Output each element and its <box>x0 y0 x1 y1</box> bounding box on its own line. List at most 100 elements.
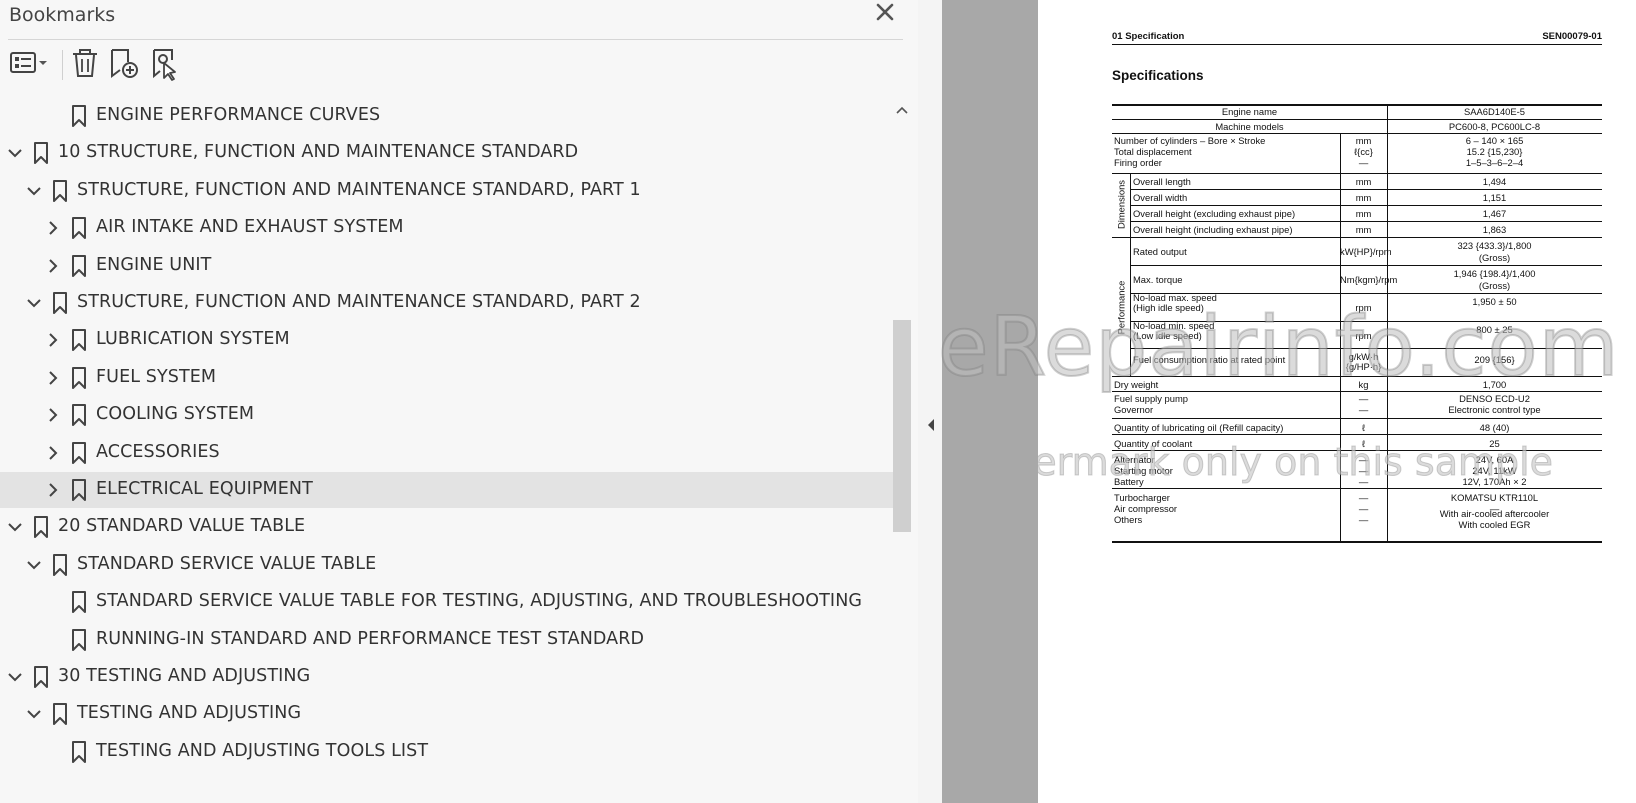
spec-value: 1,467 <box>1482 208 1507 219</box>
spec-value: 1,494 <box>1482 176 1507 187</box>
bookmark-label: LUBRICATION SYSTEM <box>96 329 290 350</box>
spec-unit: kg <box>1358 379 1369 390</box>
collapse-panel-button[interactable] <box>925 414 937 436</box>
bookmark-item[interactable]: ENGINE PERFORMANCE CURVES <box>0 100 893 134</box>
add-bookmark-button[interactable] <box>106 44 142 84</box>
chevron-right-icon[interactable] <box>44 405 62 425</box>
header-divider <box>8 39 903 40</box>
triangle-left-icon <box>928 419 934 431</box>
chevron-right-icon[interactable] <box>44 218 62 238</box>
bookmark-item[interactable]: FUEL SYSTEM <box>0 360 893 396</box>
delete-icon <box>73 49 97 77</box>
chevron-right-icon[interactable] <box>44 480 62 500</box>
spec-unit: ℓ <box>1361 422 1366 433</box>
bookmark-label: TESTING AND ADJUSTING <box>77 703 302 724</box>
chevron-down-icon[interactable] <box>25 555 43 575</box>
spec-unit: — <box>1358 503 1369 514</box>
bookmark-item[interactable]: STRUCTURE, FUNCTION AND MAINTENANCE STAN… <box>0 285 893 321</box>
table-rule <box>1112 488 1602 489</box>
chevron-right-icon[interactable] <box>44 330 62 350</box>
bookmarks-panel: Bookmarks ENGINE PERFORMANCE CURVES 10 S… <box>0 0 918 803</box>
bookmark-label: STANDARD SERVICE VALUE TABLE <box>77 553 377 574</box>
bookmark-label: 10 STRUCTURE, FUNCTION AND MAINTENANCE S… <box>58 142 579 163</box>
spec-item: Fuel supply pump <box>1114 393 1188 404</box>
panel-splitter[interactable] <box>918 0 942 803</box>
spec-unit: rpm <box>1355 330 1372 341</box>
bookmark-item[interactable]: ELECTRICAL EQUIPMENT <box>0 472 893 508</box>
chevron-right-icon[interactable] <box>44 443 62 463</box>
spec-value: 48 (40) <box>1479 422 1510 433</box>
spec-unit: — <box>1358 393 1369 404</box>
engine-name-label: Engine name <box>1221 106 1278 117</box>
add-bookmark-icon <box>111 49 138 78</box>
bookmark-item[interactable]: STRUCTURE, FUNCTION AND MAINTENANCE STAN… <box>0 173 893 209</box>
machine-models-value: PC600-8, PC600LC-8 <box>1448 121 1541 132</box>
chevron-down-icon[interactable] <box>6 143 24 163</box>
spec-item: Others <box>1114 514 1143 525</box>
spec-value: 15.2 {15,230} <box>1466 146 1523 157</box>
spec-item: Air compressor <box>1114 503 1178 514</box>
bookmark-item[interactable]: ENGINE UNIT <box>0 248 893 284</box>
find-bookmark-icon <box>153 49 176 81</box>
bookmark-item[interactable]: COOLING SYSTEM <box>0 397 893 433</box>
spec-value: 25 <box>1489 438 1500 449</box>
bookmark-label: FUEL SYSTEM <box>96 366 217 387</box>
bookmark-label: 30 TESTING AND ADJUSTING <box>58 666 311 686</box>
table-rule <box>1112 541 1602 543</box>
spec-unit: rpm <box>1355 302 1372 313</box>
spec-unit: — <box>1358 492 1369 503</box>
chevron-right-icon[interactable] <box>44 368 62 388</box>
chevron-down-icon[interactable] <box>25 293 43 313</box>
bookmark-item[interactable]: TESTING AND ADJUSTING <box>0 696 893 732</box>
table-rule <box>1130 265 1602 266</box>
spec-item: Dry weight <box>1114 379 1159 390</box>
doc-code: SEN00079-01 <box>1542 31 1602 42</box>
bookmark-icon <box>72 105 86 127</box>
spec-value-sub: (Gross) <box>1478 280 1511 291</box>
find-bookmark-button[interactable] <box>148 44 184 84</box>
table-rule <box>1112 450 1602 451</box>
bookmark-label: ENGINE PERFORMANCE CURVES <box>96 105 381 125</box>
close-button[interactable] <box>872 0 898 26</box>
bookmark-item[interactable]: AIR INTAKE AND EXHAUST SYSTEM <box>0 210 893 246</box>
spec-item-sub: (Low idle speed) <box>1133 330 1202 341</box>
chevron-down-icon[interactable] <box>25 181 43 201</box>
table-rule <box>1130 189 1602 190</box>
spec-unit: mm <box>1355 224 1372 235</box>
bookmark-item[interactable]: RUNNING-IN STANDARD AND PERFORMANCE TEST… <box>0 622 893 658</box>
spec-value: 1,151 <box>1482 192 1507 203</box>
scroll-up-button[interactable] <box>893 103 911 119</box>
table-rule <box>1112 391 1602 392</box>
bookmark-item[interactable]: 30 TESTING AND ADJUSTING <box>0 659 893 695</box>
chevron-down-icon[interactable] <box>25 704 43 724</box>
bookmark-icon <box>72 740 86 763</box>
bookmark-item[interactable]: 10 STRUCTURE, FUNCTION AND MAINTENANCE S… <box>0 135 893 171</box>
spec-item: Fuel consumption ratio at rated point <box>1133 354 1286 365</box>
bookmark-item[interactable]: LUBRICATION SYSTEM <box>0 322 893 358</box>
options-menu-button[interactable] <box>8 44 54 84</box>
spec-item: Governor <box>1114 404 1154 415</box>
bookmark-item[interactable]: STANDARD SERVICE VALUE TABLE FOR TESTING… <box>0 584 893 620</box>
header-rule <box>1112 44 1602 45</box>
spec-value: With air-cooled aftercooler <box>1439 508 1550 519</box>
spec-item: Alternator <box>1114 454 1155 465</box>
table-rule <box>1112 119 1602 120</box>
spec-item: Number of cylinders – Bore × Stroke <box>1114 135 1266 146</box>
delete-bookmark-button[interactable] <box>68 44 102 84</box>
bookmark-icon <box>72 329 86 352</box>
bookmark-item[interactable]: STANDARD SERVICE VALUE TABLE <box>0 547 893 583</box>
bookmark-item[interactable]: ACCESSORIES <box>0 435 893 471</box>
bookmark-item[interactable]: 20 STANDARD VALUE TABLE <box>0 509 893 545</box>
chevron-down-icon[interactable] <box>6 667 24 687</box>
scrollbar-thumb[interactable] <box>893 320 911 532</box>
bookmark-item[interactable]: TESTING AND ADJUSTING TOOLS LIST <box>0 734 893 770</box>
spec-unit: — <box>1358 465 1369 476</box>
chevron-right-icon[interactable] <box>44 256 62 276</box>
table-rule <box>1112 173 1602 174</box>
bookmark-tree: ENGINE PERFORMANCE CURVES 10 STRUCTURE, F… <box>0 100 918 803</box>
chevron-down-icon[interactable] <box>6 517 24 537</box>
bookmark-icon <box>53 553 67 576</box>
chevron-up-icon <box>896 106 908 114</box>
toolbar-separator <box>62 50 63 80</box>
spec-item: Overall height (including exhaust pipe) <box>1133 224 1293 235</box>
